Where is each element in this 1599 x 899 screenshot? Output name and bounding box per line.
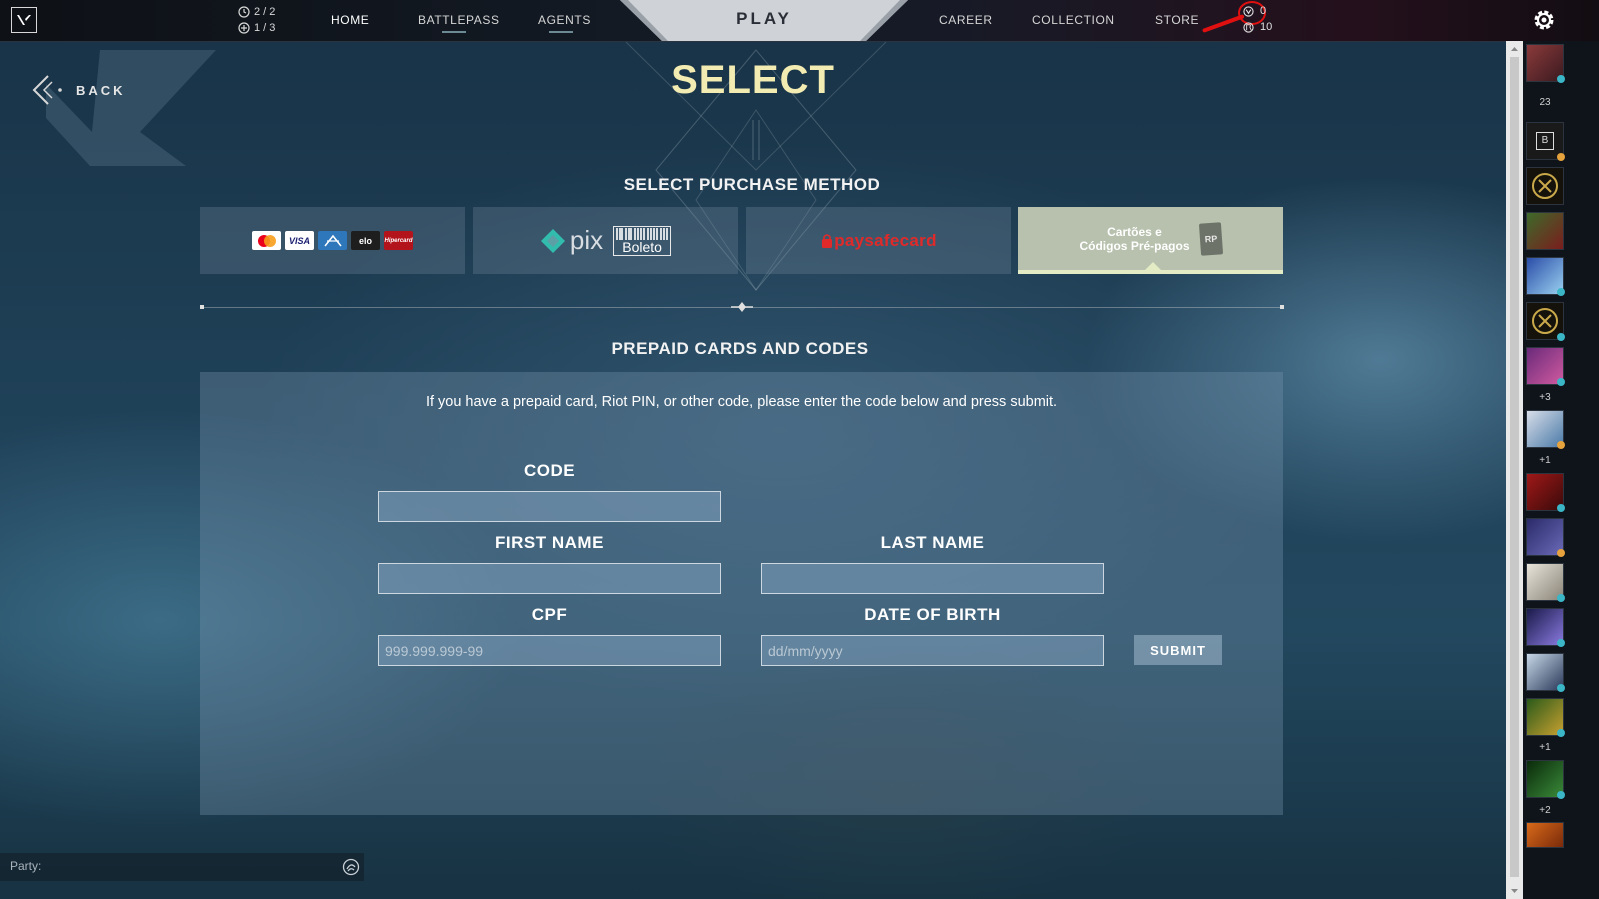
online-status-dot [1557, 684, 1565, 692]
friend-avatar[interactable] [1526, 257, 1565, 296]
boleto-logo: Boleto [613, 225, 672, 256]
group-count: +1 [1539, 455, 1551, 466]
online-status-dot [1557, 378, 1565, 386]
code-label: CODE [523, 461, 576, 480]
pix-icon [540, 228, 565, 253]
away-status-dot [1557, 549, 1565, 557]
method-pix-boleto[interactable]: pix Boleto [473, 207, 738, 274]
rp-badge: RP [1203, 233, 1218, 244]
boleto-label: Boleto [622, 238, 662, 255]
counter-daily: 2 / 2 [254, 6, 276, 18]
friend-avatar[interactable] [1526, 167, 1564, 205]
party-chat-icon[interactable] [342, 858, 360, 876]
online-status-dot [1557, 75, 1565, 83]
online-status-dot [1557, 729, 1565, 737]
friend-avatar[interactable] [1526, 760, 1565, 799]
first-name-input[interactable] [378, 563, 721, 594]
friend-avatar[interactable] [1526, 302, 1565, 341]
online-status-dot [1557, 791, 1565, 799]
prepaid-label-line1: Cartões e [1107, 224, 1162, 239]
friend-avatar[interactable] [1526, 518, 1565, 557]
plus-circle-icon [238, 22, 250, 34]
settings-gear-icon[interactable] [1531, 7, 1557, 33]
back-button[interactable]: BACK [30, 72, 126, 108]
hipercard-icon: Hipercard [384, 231, 413, 250]
online-status-dot [1557, 639, 1565, 647]
group-count: +1 [1539, 742, 1551, 753]
player-card-emblem-icon [1532, 173, 1558, 199]
first-name-label: FIRST NAME [495, 533, 604, 552]
clock-icon [238, 6, 250, 18]
online-status-dot [1557, 504, 1565, 512]
currency-display[interactable]: 0 10 [1243, 3, 1272, 35]
back-label: BACK [76, 82, 126, 98]
friend-avatar[interactable] [1526, 347, 1565, 386]
prepaid-card-icon: RP [1198, 221, 1223, 256]
online-status-dot [1557, 333, 1565, 341]
divider-dot-right [1280, 305, 1284, 309]
paysafecard-lock-icon [822, 233, 833, 248]
profile-badge-icon: B [1536, 132, 1554, 150]
friend-avatar[interactable] [1526, 608, 1565, 647]
online-status-dot [1557, 288, 1565, 296]
prepaid-form-panel: If you have a prepaid card, Riot PIN, or… [200, 372, 1283, 815]
scroll-up-arrow-icon[interactable] [1506, 44, 1523, 54]
friend-avatar[interactable] [1526, 410, 1565, 449]
valorant-logo-icon [17, 15, 31, 25]
elo-icon: elo [351, 231, 380, 250]
friend-avatar[interactable] [1526, 653, 1565, 692]
visa-icon: VISA [285, 231, 314, 250]
friend-avatar[interactable] [1526, 212, 1564, 250]
last-name-label: LAST NAME [880, 533, 985, 552]
prepaid-section-heading: PREPAID CARDS AND CODES [611, 339, 869, 358]
valorant-points-value: 0 [1260, 5, 1267, 17]
mastercard-icon [252, 231, 281, 250]
date-of-birth-label: DATE OF BIRTH [864, 605, 1001, 624]
friend-avatar[interactable] [1526, 822, 1564, 848]
pix-label: pix [569, 225, 604, 255]
selected-method-caret [1145, 262, 1161, 270]
online-friends-count: 23 [1539, 97, 1551, 108]
divider-center-ornament [731, 302, 753, 312]
online-status-dot [1557, 594, 1565, 602]
friend-avatar[interactable] [1526, 563, 1565, 602]
chevron-left-icon [32, 75, 62, 105]
scrollbar-thumb[interactable] [1510, 57, 1519, 877]
radianite-points-icon [1243, 21, 1254, 33]
valorant-watermark-logo [46, 50, 216, 166]
party-label: Party: [10, 859, 42, 873]
valorant-points-icon [1243, 5, 1254, 17]
friend-avatar[interactable] [1526, 44, 1565, 83]
submit-button[interactable]: SUBMIT [1134, 635, 1222, 665]
form-instructions: If you have a prepaid card, Riot PIN, or… [425, 394, 1058, 410]
prepaid-method-label: Cartões e Códigos Pré-pagos [1079, 225, 1189, 253]
valorant-logo-button[interactable] [11, 7, 37, 33]
prepaid-label-line2: Códigos Pré-pagos [1079, 238, 1190, 253]
paysafecard-label: paysafecard [834, 230, 937, 250]
party-chat-bar[interactable]: Party: [0, 853, 364, 881]
radianite-points-value: 10 [1260, 21, 1273, 33]
amex-icon [318, 231, 347, 250]
scroll-down-arrow-icon[interactable] [1506, 886, 1523, 896]
code-input[interactable] [378, 491, 721, 522]
date-of-birth-input[interactable] [761, 635, 1104, 666]
match-counters: 2 / 2 1 / 3 [238, 4, 275, 36]
divider-dot-left [200, 305, 204, 309]
cpf-label: CPF [531, 605, 568, 624]
method-paysafecard[interactable]: paysafecard [746, 207, 1011, 274]
friend-avatar[interactable]: B [1526, 122, 1565, 161]
page-scrollbar[interactable] [1506, 41, 1523, 899]
page-title: SELECT [671, 58, 835, 102]
last-name-input[interactable] [761, 563, 1104, 594]
cpf-input[interactable] [378, 635, 721, 666]
away-status-dot [1557, 153, 1565, 161]
friend-avatar[interactable] [1526, 473, 1565, 512]
group-count: +3 [1539, 392, 1551, 403]
purchase-method-heading: SELECT PURCHASE METHOD [623, 175, 881, 194]
method-credit-cards[interactable]: VISA elo Hipercard [200, 207, 465, 274]
group-count: +2 [1539, 805, 1551, 816]
friend-avatar[interactable] [1526, 698, 1565, 737]
counter-weekly: 1 / 3 [254, 22, 276, 34]
away-status-dot [1557, 441, 1565, 449]
